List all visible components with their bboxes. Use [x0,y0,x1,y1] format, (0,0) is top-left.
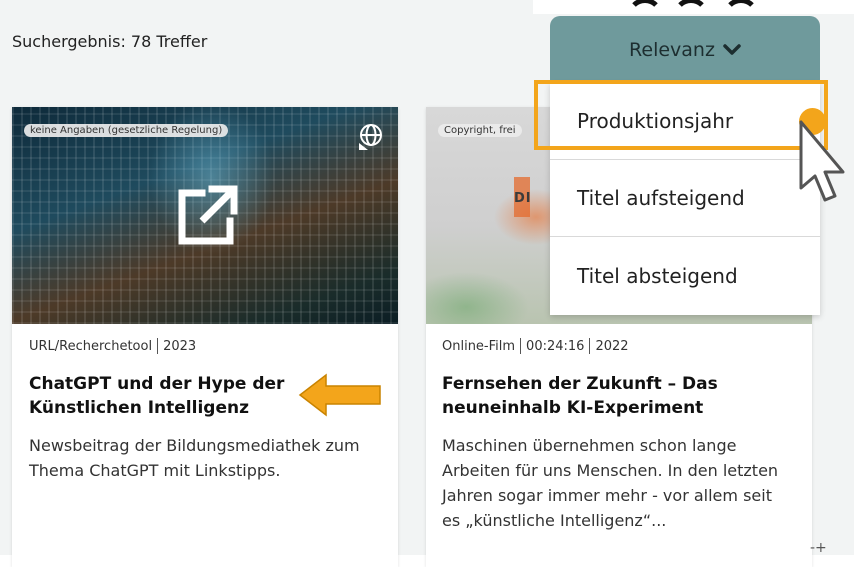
sort-selected-label: Relevanz [629,38,715,61]
margin-scribble: -+ [810,540,827,556]
media-year: 2023 [163,338,197,354]
result-card[interactable]: keine Angaben (gesetzliche Regelung) URL… [12,107,398,567]
media-duration: 00:24:16 [526,338,585,354]
media-type: URL/Recherchetool [29,338,153,354]
media-meta: Online-Film 00:24:16 2022 [426,324,812,354]
web-icon [359,124,382,150]
copyright-badge: keine Angaben (gesetzliche Regelung) [24,124,229,137]
search-results-page: Suchergebnis: 78 Treffer keine Angaben (… [0,0,854,567]
meta-divider [589,338,591,354]
media-meta: URL/Recherchetool 2023 [12,324,398,354]
highlight-frame [534,80,828,150]
thumbnail-text: DI [514,191,532,206]
chevron-down-icon [723,43,741,55]
cropped-heading-strokes [632,0,754,7]
card-title[interactable]: Fernsehen der Zukunft – Das neuneinhalb … [426,354,799,420]
card-description: Maschinen übernehmen schon lange Arbeite… [442,436,779,530]
media-type: Online-Film [442,338,516,354]
sort-option-title-ascending[interactable]: Titel aufsteigend [550,160,820,237]
copyright-badge: Copyright, frei [438,124,522,137]
media-year: 2022 [595,338,629,354]
card-description: Newsbeitrag der Bildungsmediathek zum Th… [29,436,360,480]
sort-option-title-descending[interactable]: Titel absteigend [550,237,820,314]
left-arrow-annotation [298,373,381,417]
meta-divider [520,338,522,354]
thumbnail-image[interactable]: keine Angaben (gesetzliche Regelung) [12,107,398,324]
external-link-icon[interactable] [172,181,242,251]
card-title[interactable]: ChatGPT und der Hype der Künstlichen Int… [12,354,316,420]
meta-divider [157,338,159,354]
results-count: Suchergebnis: 78 Treffer [12,32,208,51]
mouse-pointer-icon [799,120,845,202]
sort-dropdown-button[interactable]: Relevanz [550,16,820,83]
